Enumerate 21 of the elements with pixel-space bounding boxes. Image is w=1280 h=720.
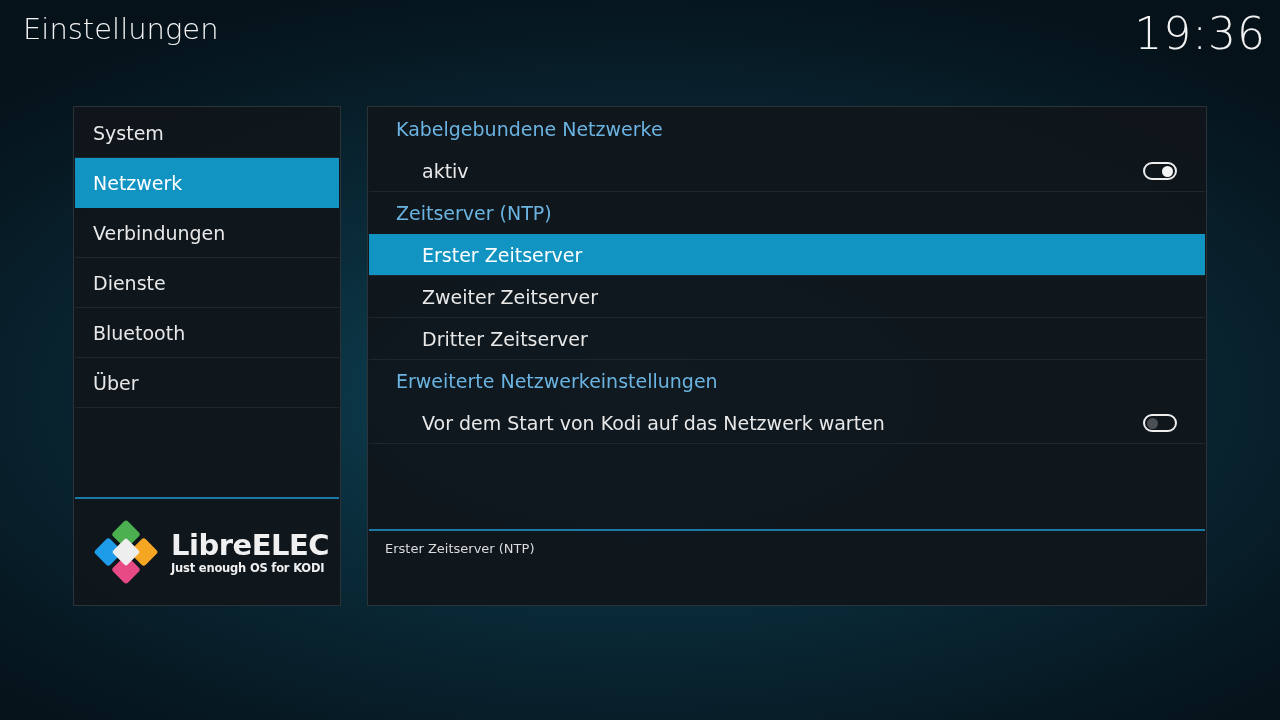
section-heading: Erweiterte Netzwerkeinstellungen (395, 369, 719, 394)
category-item[interactable]: Über (75, 358, 339, 408)
section-heading: Zeitserver (NTP) (395, 201, 553, 226)
setting-item[interactable]: Dritter Zeitserver (369, 318, 1205, 360)
setting-description: Erster Zeitserver (NTP) (385, 541, 535, 556)
setting-item[interactable]: Zweiter Zeitserver (369, 276, 1205, 318)
category-item[interactable]: Dienste (75, 258, 339, 308)
logo-icon (93, 518, 159, 585)
setting-row[interactable]: Vor dem Start von Kodi auf das Netzwerk warten (369, 402, 1205, 444)
section-heading: Kabelgebundene Netzwerke (395, 117, 664, 142)
toggle-switch[interactable] (1143, 161, 1177, 180)
category-item[interactable]: Bluetooth (75, 308, 339, 358)
setting-label: aktiv (422, 159, 470, 182)
logo-name: LibreELEC (171, 528, 330, 561)
toggle-switch[interactable] (1143, 413, 1177, 432)
logo-tagline: Just enough OS for KODI (171, 560, 326, 575)
clock: 19:36 (1134, 10, 1266, 58)
setting-row[interactable]: aktiv (369, 150, 1205, 192)
page-title: Einstellungen (23, 12, 219, 46)
setting-label: Vor dem Start von Kodi auf das Netzwerk warten (422, 411, 886, 434)
category-item[interactable]: Verbindungen (75, 208, 339, 258)
